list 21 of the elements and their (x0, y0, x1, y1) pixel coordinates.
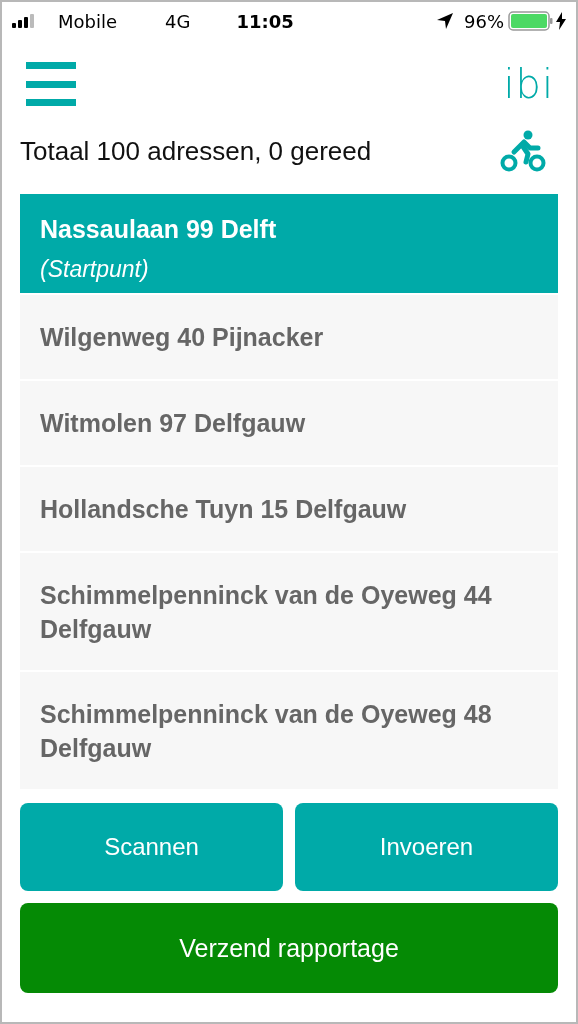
logo: ibi (503, 61, 554, 107)
action-button[interactable]: Invoeren (295, 803, 558, 891)
signal-icon (12, 14, 36, 28)
menu-button[interactable] (26, 62, 76, 106)
summary-text: Totaal 100 adressen, 0 gereed (20, 135, 372, 167)
carrier-label: Mobile (58, 10, 118, 32)
address-item[interactable]: Hollandsche Tuyn 15 Delfgauw (20, 467, 558, 551)
cyclist-icon[interactable] (500, 130, 546, 172)
network-label: 4G (165, 10, 191, 32)
clock: 11:05 (236, 10, 294, 32)
battery-icon (508, 11, 554, 31)
battery-percentage: 96% (464, 10, 504, 32)
action-button[interactable]: Scannen (20, 803, 283, 891)
location-arrow-icon (436, 12, 454, 30)
address-item[interactable]: Schimmelpenninck van de Oyeweg 44 Delfgauw (20, 553, 558, 670)
submit-button[interactable]: Verzend rapportage (20, 903, 558, 993)
charging-icon (556, 12, 566, 30)
address-item[interactable]: Nassaulaan 99 Delft (Startpunt) (20, 194, 558, 293)
address-item[interactable]: Witmolen 97 Delfgauw (20, 381, 558, 465)
address-item[interactable]: Schimmelpenninck van de Oyeweg 48 Delfgauw (20, 672, 558, 789)
address-item[interactable]: Wilgenweg 40 Pijnacker (20, 295, 558, 379)
